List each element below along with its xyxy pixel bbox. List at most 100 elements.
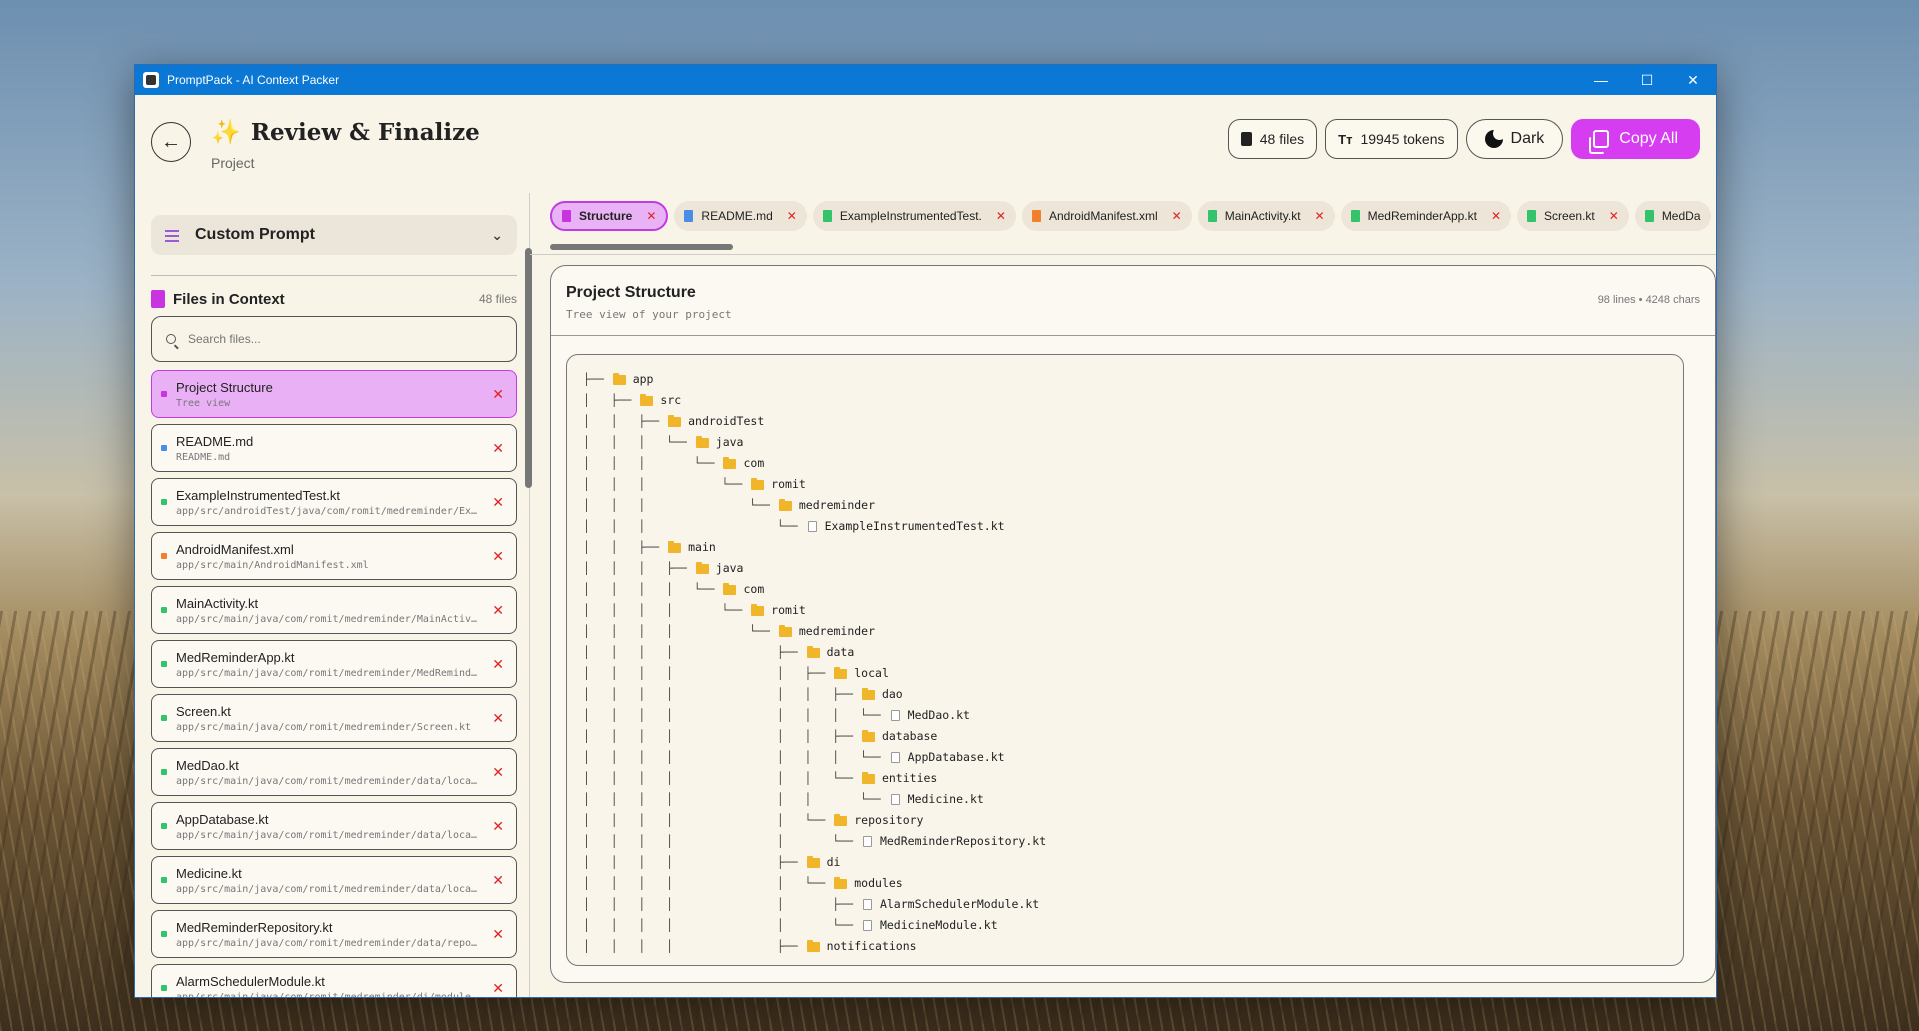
tree-folder-row: │ │ │ │ └── com bbox=[583, 579, 1667, 600]
close-tab-icon[interactable]: ✕ bbox=[646, 209, 656, 223]
close-tab-icon[interactable]: ✕ bbox=[1609, 209, 1619, 223]
file-tab[interactable]: ExampleInstrumentedTest.✕ bbox=[813, 201, 1016, 231]
tree-folder-row: │ │ │ │ ├── data bbox=[583, 642, 1667, 663]
app-icon bbox=[143, 72, 159, 88]
tree-branch: │ │ │ │ │ ├── bbox=[583, 894, 860, 915]
tab-label: AndroidManifest.xml bbox=[1049, 209, 1158, 223]
tree-file-row: │ │ │ │ │ └── MedReminderRepository.kt bbox=[583, 831, 1667, 852]
theme-toggle-label: Dark bbox=[1511, 130, 1545, 148]
remove-file-icon[interactable]: ✕ bbox=[492, 440, 504, 457]
maximize-icon[interactable]: ☐ bbox=[1624, 65, 1670, 95]
files-count: 48 files bbox=[479, 292, 517, 306]
file-list-item[interactable]: AlarmSchedulerModule.ktapp/src/main/java… bbox=[151, 964, 517, 998]
remove-file-icon[interactable]: ✕ bbox=[492, 872, 504, 889]
folder-icon bbox=[668, 543, 681, 553]
close-tab-icon[interactable]: ✕ bbox=[996, 209, 1006, 223]
tree-file-row: │ │ │ └── ExampleInstrumentedTest.kt bbox=[583, 516, 1667, 537]
tree-branch: │ │ ├── bbox=[583, 537, 666, 558]
tree-node-name: AppDatabase.kt bbox=[908, 747, 1005, 768]
structure-panel: Project Structure Tree view of your proj… bbox=[550, 265, 1716, 983]
tree-node-name: main bbox=[688, 537, 716, 558]
tree-node-name: MedReminderRepository.kt bbox=[880, 831, 1046, 852]
custom-prompt-dropdown[interactable]: Custom Prompt ⌄ bbox=[151, 215, 517, 255]
remove-file-icon[interactable]: ✕ bbox=[492, 980, 504, 997]
file-list-item[interactable]: MedReminderApp.ktapp/src/main/java/com/r… bbox=[151, 640, 517, 688]
file-tab[interactable]: Structure✕ bbox=[550, 201, 668, 231]
folder-icon bbox=[751, 480, 764, 490]
file-type-dot bbox=[161, 661, 167, 667]
file-list-item[interactable]: AndroidManifest.xmlapp/src/main/AndroidM… bbox=[151, 532, 517, 580]
back-button[interactable]: ← bbox=[151, 122, 191, 162]
file-tab[interactable]: Screen.kt ✕ bbox=[1517, 201, 1629, 231]
main-content: Structure✕README.md✕ExampleInstrumentedT… bbox=[530, 193, 1716, 997]
file-tab[interactable]: AndroidManifest.xml ✕ bbox=[1022, 201, 1192, 231]
tree-node-name: modules bbox=[854, 873, 902, 894]
remove-file-icon[interactable]: ✕ bbox=[492, 764, 504, 781]
file-list-item[interactable]: MedDao.ktapp/src/main/java/com/romit/med… bbox=[151, 748, 517, 796]
folder-icon bbox=[862, 774, 875, 784]
tree-branch: │ │ │ │ ├── bbox=[583, 852, 805, 873]
remove-file-icon[interactable]: ✕ bbox=[492, 548, 504, 565]
file-list-item[interactable]: Screen.ktapp/src/main/java/com/romit/med… bbox=[151, 694, 517, 742]
file-tab[interactable]: MedDa bbox=[1635, 201, 1711, 231]
remove-file-icon[interactable]: ✕ bbox=[492, 602, 504, 619]
theme-toggle-button[interactable]: Dark bbox=[1466, 119, 1564, 159]
copy-icon bbox=[1593, 130, 1609, 148]
search-box[interactable] bbox=[151, 316, 517, 362]
tree-folder-row: ├── app bbox=[583, 369, 1667, 390]
file-icon bbox=[151, 290, 165, 308]
tree-branch: │ │ │ └── bbox=[583, 516, 805, 537]
remove-file-icon[interactable]: ✕ bbox=[492, 386, 504, 403]
folder-icon bbox=[834, 669, 847, 679]
file-list-item[interactable]: Medicine.ktapp/src/main/java/com/romit/m… bbox=[151, 856, 517, 904]
tabs-scrollbar[interactable] bbox=[550, 244, 733, 250]
search-input[interactable] bbox=[188, 332, 502, 346]
remove-file-icon[interactable]: ✕ bbox=[492, 656, 504, 673]
remove-file-icon[interactable]: ✕ bbox=[492, 494, 504, 511]
tree-node-name: androidTest bbox=[688, 411, 764, 432]
tree-node-name: di bbox=[827, 852, 841, 873]
folder-icon bbox=[668, 417, 681, 427]
copy-all-button[interactable]: Copy All bbox=[1571, 119, 1700, 159]
file-path: README.md bbox=[176, 452, 482, 463]
file-list-item[interactable]: MainActivity.ktapp/src/main/java/com/rom… bbox=[151, 586, 517, 634]
tab-label: Screen.kt bbox=[1544, 209, 1595, 223]
panel-subtitle: Tree view of your project bbox=[566, 308, 1700, 321]
tree-folder-row: │ │ │ └── com bbox=[583, 453, 1667, 474]
close-tab-icon[interactable]: ✕ bbox=[1491, 209, 1501, 223]
file-list-item[interactable]: AppDatabase.ktapp/src/main/java/com/romi… bbox=[151, 802, 517, 850]
file-list-item[interactable]: Project StructureTree view✕ bbox=[151, 370, 517, 418]
remove-file-icon[interactable]: ✕ bbox=[492, 926, 504, 943]
tree-branch: │ │ │ └── bbox=[583, 432, 694, 453]
file-icon bbox=[1645, 210, 1654, 222]
file-icon bbox=[1351, 210, 1360, 222]
file-path: app/src/main/AndroidManifest.xml bbox=[176, 560, 482, 571]
remove-file-icon[interactable]: ✕ bbox=[492, 710, 504, 727]
file-icon bbox=[1032, 210, 1041, 222]
remove-file-icon[interactable]: ✕ bbox=[492, 818, 504, 835]
folder-icon bbox=[723, 585, 736, 595]
tree-folder-row: │ │ │ │ │ ├── local bbox=[583, 663, 1667, 684]
file-icon bbox=[891, 752, 900, 763]
file-name: README.md bbox=[176, 434, 482, 449]
file-tab[interactable]: MedReminderApp.kt✕ bbox=[1341, 201, 1511, 231]
file-list-item[interactable]: ExampleInstrumentedTest.ktapp/src/androi… bbox=[151, 478, 517, 526]
close-tab-icon[interactable]: ✕ bbox=[787, 209, 797, 223]
tree-folder-row: │ │ │ │ ├── notifications bbox=[583, 936, 1667, 957]
tree-view[interactable]: ├── app│ ├── src│ │ ├── androidTest│ │ │… bbox=[566, 354, 1684, 966]
file-list-item[interactable]: README.md README.md ✕ bbox=[151, 424, 517, 472]
tree-folder-row: │ │ │ └── medreminder bbox=[583, 495, 1667, 516]
file-icon bbox=[891, 794, 900, 805]
file-type-dot bbox=[161, 499, 167, 505]
file-tab[interactable]: README.md✕ bbox=[674, 201, 806, 231]
minimize-icon[interactable]: — bbox=[1578, 65, 1624, 95]
file-list-item[interactable]: MedReminderRepository.ktapp/src/main/jav… bbox=[151, 910, 517, 958]
close-window-icon[interactable]: ✕ bbox=[1670, 65, 1716, 95]
close-tab-icon[interactable]: ✕ bbox=[1172, 209, 1182, 223]
file-type-dot bbox=[161, 391, 167, 397]
tree-branch: │ │ │ └── bbox=[583, 495, 777, 516]
file-tab[interactable]: MainActivity.kt✕ bbox=[1198, 201, 1335, 231]
file-list: Project StructureTree view✕README.mdREAD… bbox=[151, 370, 517, 998]
tree-folder-row: │ │ │ └── romit bbox=[583, 474, 1667, 495]
close-tab-icon[interactable]: ✕ bbox=[1315, 209, 1325, 223]
